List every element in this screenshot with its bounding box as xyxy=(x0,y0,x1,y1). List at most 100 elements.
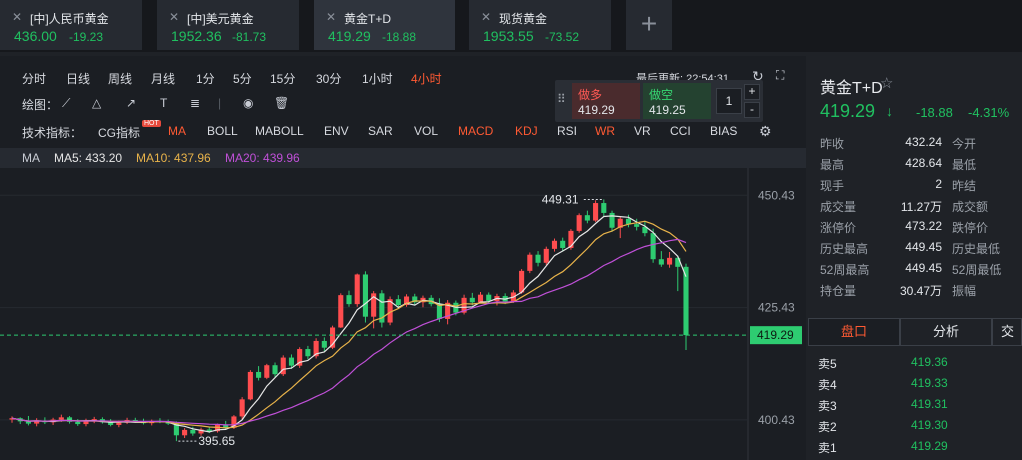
fullscreen-icon[interactable]: ⛶ xyxy=(776,68,784,83)
indicator-item[interactable]: MABOLL xyxy=(255,124,304,138)
orderbook-level-price[interactable]: 419.31 xyxy=(911,397,948,411)
price-change-pct: -4.31% xyxy=(968,105,1010,120)
stat-value: 11.27万 xyxy=(900,200,942,214)
price-change: -18.88 xyxy=(916,105,953,120)
settings-gear-icon[interactable]: ⚙ xyxy=(759,123,772,140)
candle-body xyxy=(272,365,278,375)
candle-body xyxy=(560,240,566,248)
period-item[interactable]: 1分 xyxy=(196,70,215,87)
close-icon[interactable]: ✕ xyxy=(12,10,22,24)
down-arrow-icon: ↓ xyxy=(886,103,893,119)
candle-body xyxy=(601,203,607,213)
candle-body xyxy=(395,299,401,306)
period-item[interactable]: 日线 xyxy=(66,70,90,87)
short-button[interactable]: 做空 419.25 xyxy=(643,83,711,119)
quantity-input[interactable]: 1 xyxy=(716,88,742,114)
drag-handle-icon[interactable]: ⠿ xyxy=(557,92,566,106)
triangle-tool-icon[interactable]: △ xyxy=(92,96,101,110)
stat-label: 历史最高 xyxy=(820,242,869,256)
ma-legend: MA MA5: 433.20 MA10: 437.96 MA20: 439.96 xyxy=(0,148,806,168)
period-item[interactable]: 周线 xyxy=(108,70,132,87)
line-tool-icon[interactable]: ⟋ xyxy=(62,96,70,111)
tab-analysis[interactable]: 分析 xyxy=(900,318,992,346)
favorite-star-icon[interactable]: ☆ xyxy=(880,74,893,92)
arrow-tool-icon[interactable]: ↗ xyxy=(126,96,136,110)
candle-body xyxy=(576,215,582,231)
indicator-item[interactable]: MACD xyxy=(458,124,493,138)
period-item[interactable]: 30分 xyxy=(316,70,341,87)
candle-body xyxy=(667,257,673,265)
quantity-decrease-button[interactable]: - xyxy=(744,102,760,118)
candle-body xyxy=(182,429,188,436)
candle-body xyxy=(190,429,196,434)
stat-value: 473.22 xyxy=(905,219,942,233)
tab-usd-gold[interactable]: ✕ [中]美元黄金 1952.36 -81.73 xyxy=(157,0,299,50)
stat-label-secondary: 跌停价 xyxy=(952,221,989,235)
tab-cny-gold[interactable]: ✕ [中]人民币黄金 436.00 -19.23 xyxy=(0,0,142,50)
period-item-active[interactable]: 4小时 xyxy=(411,70,442,87)
orderbook-level-price[interactable]: 419.33 xyxy=(911,376,948,390)
tab-trade[interactable]: 交 xyxy=(992,318,1022,346)
tab-price: 419.29 xyxy=(328,28,371,44)
tab-change: -81.73 xyxy=(232,30,267,44)
candle-body xyxy=(527,254,533,271)
close-icon[interactable]: ✕ xyxy=(169,10,179,24)
candle-body xyxy=(354,274,360,305)
period-item[interactable]: 15分 xyxy=(270,70,295,87)
candle-body xyxy=(477,294,484,303)
indicator-item[interactable]: RSI xyxy=(557,124,577,138)
tab-name: 黄金T+D xyxy=(344,12,392,26)
close-icon[interactable]: ✕ xyxy=(481,10,491,24)
y-tick-label: 425.43 xyxy=(758,301,795,315)
candle-body xyxy=(247,371,253,400)
candle-body xyxy=(658,259,664,265)
short-price: 419.25 xyxy=(649,103,686,117)
indicator-item[interactable]: SAR xyxy=(368,124,393,138)
indicator-item[interactable]: MA xyxy=(168,124,186,138)
stat-label: 52周最高 xyxy=(820,263,870,277)
stat-label: 现手 xyxy=(820,179,845,193)
trash-icon[interactable]: 🗑 xyxy=(274,96,289,110)
candle-body xyxy=(683,266,689,336)
text-tool-icon[interactable]: T xyxy=(160,96,167,110)
tab-price: 1953.55 xyxy=(483,28,534,44)
indicator-item[interactable]: CCI xyxy=(670,124,691,138)
period-item[interactable]: 1小时 xyxy=(362,70,393,87)
close-icon[interactable]: ✕ xyxy=(326,10,336,24)
long-button[interactable]: 做多 419.29 xyxy=(572,83,640,119)
indicator-item[interactable]: VOL xyxy=(414,124,438,138)
tab-orderbook[interactable]: 盘口 xyxy=(808,318,900,346)
period-item[interactable]: 分时 xyxy=(22,70,46,87)
indicator-item[interactable]: VR xyxy=(634,124,651,138)
tab-price: 1952.36 xyxy=(171,28,222,44)
orderbook-level-price[interactable]: 419.36 xyxy=(911,355,948,369)
candle-body xyxy=(58,417,64,420)
period-item[interactable]: 5分 xyxy=(233,70,252,87)
indicator-item[interactable]: WR xyxy=(595,124,615,138)
add-tab-button[interactable]: + xyxy=(626,0,672,50)
orderbook-level-label: 卖3 xyxy=(818,399,837,413)
period-item[interactable]: 月线 xyxy=(151,70,175,87)
stat-label: 最高 xyxy=(820,158,845,172)
candle-body xyxy=(264,365,270,378)
candlestick-chart[interactable]: 450.43 425.43 400.43 419.29 449.31 395.65 xyxy=(0,168,806,460)
indicator-item[interactable]: BOLL xyxy=(207,124,238,138)
orderbook-level-price[interactable]: 419.29 xyxy=(911,439,948,453)
tab-gold-td[interactable]: ✕ 黄金T+D 419.29 -18.88 xyxy=(314,0,455,50)
stat-label: 持仓量 xyxy=(820,284,857,298)
indicator-item[interactable]: ENV xyxy=(324,124,349,138)
quantity-increase-button[interactable]: + xyxy=(744,84,760,100)
tab-spot-gold[interactable]: ✕ 现货黄金 1953.55 -73.52 xyxy=(469,0,611,50)
stat-label: 涨停价 xyxy=(820,221,857,235)
fib-tool-icon[interactable]: ≣ xyxy=(190,96,200,110)
quick-trade-box: ⠿ 做多 419.29 做空 419.25 1 + - xyxy=(555,80,763,122)
tab-name: 现货黄金 xyxy=(499,12,548,26)
indicator-item[interactable]: CG指标 xyxy=(98,124,140,141)
eye-icon[interactable]: ◉ xyxy=(243,96,253,110)
indicator-item[interactable]: KDJ xyxy=(515,124,538,138)
candle-body xyxy=(543,248,549,263)
low-marker-label: 395.65 xyxy=(198,434,235,448)
indicator-item[interactable]: BIAS xyxy=(710,124,737,138)
last-price: 419.29 xyxy=(820,101,876,121)
orderbook-level-price[interactable]: 419.30 xyxy=(911,418,948,432)
